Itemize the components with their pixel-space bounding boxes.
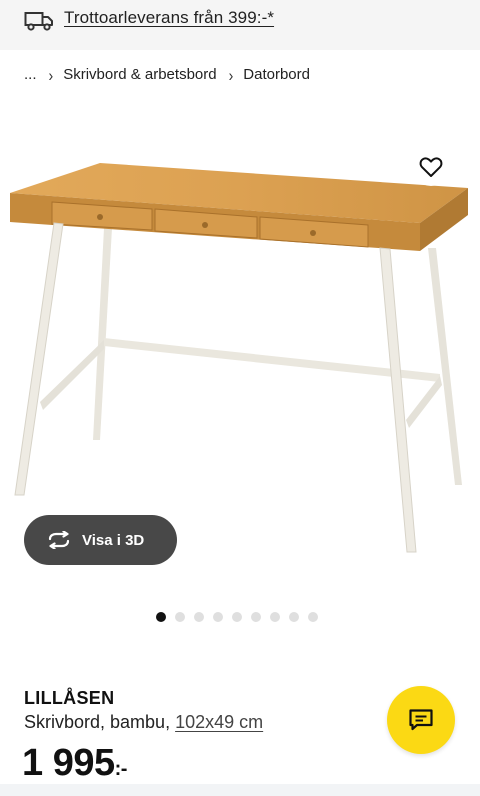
- product-description: Skrivbord, bambu, 102x49 cm: [24, 712, 263, 733]
- gallery-pagination: [156, 612, 318, 622]
- product-name: LILLÅSEN: [24, 688, 115, 708]
- gallery-dot-active[interactable]: [156, 612, 166, 622]
- breadcrumb-desks[interactable]: Skrivbord & arbetsbord: [63, 66, 216, 83]
- product-type: Skrivbord, bambu,: [24, 712, 171, 732]
- favorite-button[interactable]: [412, 148, 450, 186]
- gallery-dot[interactable]: [251, 612, 261, 622]
- delivery-link[interactable]: Trottoarleverans från 399:-*: [64, 8, 274, 28]
- product-dimensions-link[interactable]: 102x49 cm: [175, 712, 263, 732]
- heart-icon: [419, 157, 443, 177]
- chevron-right-icon: ›: [228, 64, 234, 85]
- delivery-banner: Trottoarleverans från 399:-*: [0, 0, 480, 50]
- breadcrumb-computer-desks[interactable]: Datorbord: [243, 66, 310, 83]
- price-value: 1 995: [22, 742, 115, 784]
- view-in-3d-label: Visa i 3D: [82, 531, 145, 549]
- price-suffix: :-: [114, 758, 128, 780]
- truck-icon: [24, 12, 53, 31]
- breadcrumb-ellipsis[interactable]: ...: [24, 66, 37, 83]
- chat-icon: [409, 709, 433, 731]
- gallery-dot[interactable]: [194, 612, 204, 622]
- rotate-3d-icon: [48, 531, 70, 549]
- gallery-dot[interactable]: [213, 612, 223, 622]
- gallery-dot[interactable]: [232, 612, 242, 622]
- breadcrumb: ... › Skrivbord & arbetsbord › Datorbord: [24, 64, 310, 85]
- product-image: [10, 163, 468, 553]
- chevron-right-icon: ›: [48, 64, 54, 85]
- gallery-dot[interactable]: [270, 612, 280, 622]
- gallery-dot[interactable]: [308, 612, 318, 622]
- gallery-dot[interactable]: [289, 612, 299, 622]
- chat-button[interactable]: [387, 686, 455, 754]
- product-price: 1 995:-: [22, 742, 127, 785]
- gallery-dot[interactable]: [175, 612, 185, 622]
- view-in-3d-button[interactable]: Visa i 3D: [24, 515, 177, 565]
- bottom-strip: [0, 784, 480, 796]
